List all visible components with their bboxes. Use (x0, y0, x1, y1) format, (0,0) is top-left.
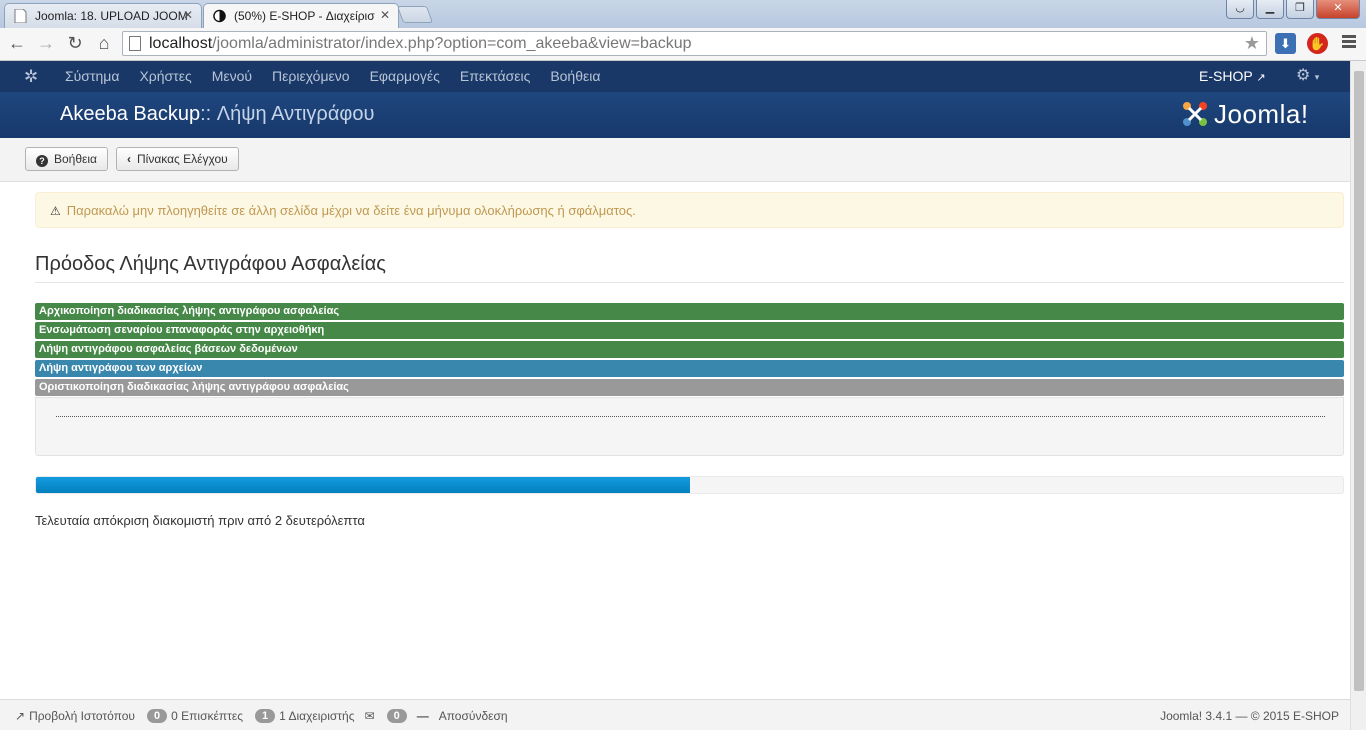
warning-text: Παρακαλώ μην πλοηγηθείτε σε άλλη σελίδα … (66, 203, 636, 218)
title-sub: Λήψη Αντιγράφου (216, 103, 375, 125)
minus-icon: — (416, 709, 429, 723)
logout-link[interactable]: Αποσύνδεση (439, 709, 508, 723)
minimize-icon[interactable]: ▁ (1256, 0, 1284, 19)
browser-tab-2[interactable]: (50%) E-SHOP - Διαχείρισ ✕ (203, 3, 399, 28)
page-icon (14, 9, 27, 23)
title-separator: :: (200, 103, 212, 125)
step-item: Λήψη αντιγράφου ασφαλείας βάσεων δεδομέν… (35, 341, 1344, 358)
backup-steps: Αρχικοποίηση διαδικασίας λήψης αντιγράφο… (35, 303, 1344, 398)
backup-log-panel (35, 397, 1344, 456)
home-icon[interactable]: ⌂ (93, 33, 115, 54)
page-header: Akeeba Backup:: Λήψη Αντιγράφου Joomla! (0, 92, 1350, 138)
admin-navbar: ✲ Σύστημα Χρήστες Μενού Περιεχόμενο Εφαρ… (0, 61, 1350, 92)
bookmark-star-icon[interactable]: ★ (1244, 33, 1260, 54)
last-response-text: Τελευταία απόκριση διακομιστή πριν από 2… (35, 513, 365, 528)
menu-system[interactable]: Σύστημα (65, 68, 119, 84)
page-scrollbar[interactable] (1350, 61, 1366, 730)
forward-icon[interactable]: → (35, 33, 57, 54)
version-text: Joomla! 3.4.1 — © 2015 E-SHOP (1160, 709, 1339, 723)
help-button[interactable]: ? Βοήθεια (25, 147, 108, 171)
divider (35, 282, 1344, 283)
warning-icon: ⚠ (50, 204, 61, 218)
external-link-icon: ↗ (15, 709, 26, 723)
joomla-mini-icon[interactable]: ✲ (24, 67, 38, 87)
step-item: Λήψη αντιγράφου των αρχείων (35, 360, 1344, 377)
tab-close-icon[interactable]: ✕ (380, 8, 390, 22)
help-button-label: Βοήθεια (54, 152, 97, 166)
adblock-extension-icon[interactable]: ✋ (1307, 33, 1328, 54)
title-main: Akeeba Backup (60, 103, 201, 125)
menu-content[interactable]: Περιεχόμενο (272, 68, 350, 84)
external-link-icon: ↗ (1256, 72, 1266, 84)
menu-components[interactable]: Εφαρμογές (370, 68, 440, 84)
step-item: Ενσωμάτωση σεναρίου επαναφοράς στην αρχε… (35, 322, 1344, 339)
messages-badge[interactable]: 0 (386, 709, 407, 723)
visitors-badge: 0 (147, 709, 168, 723)
step-item: Αρχικοποίηση διαδικασίας λήψης αντιγράφο… (35, 303, 1344, 320)
url-path: /joomla/administrator/index.php?option=c… (212, 35, 692, 52)
question-icon: ? (36, 155, 48, 167)
scrollbar-thumb[interactable] (1354, 71, 1364, 691)
browser-toolbar: ← → ↻ ⌂ localhost/joomla/administrator/i… (0, 28, 1366, 61)
page-title: Akeeba Backup:: Λήψη Αντιγράφου (60, 103, 374, 126)
admin-menu: Σύστημα Χρήστες Μενού Περιεχόμενο Εφαρμο… (65, 68, 600, 84)
tab-title: (50%) E-SHOP - Διαχείρισ (234, 9, 375, 23)
joomla-logo-text: Joomla! (1214, 98, 1309, 129)
envelope-icon[interactable]: ✉ (365, 709, 375, 723)
menu-menus[interactable]: Μενού (212, 68, 252, 84)
browser-tabstrip: Joomla: 18. UPLOAD JOOM ✕ (50%) E-SHOP -… (0, 0, 1366, 28)
half-circle-icon (213, 9, 226, 23)
log-dotted-line (56, 416, 1325, 417)
address-bar[interactable]: localhost/joomla/administrator/index.php… (122, 31, 1267, 56)
chevron-left-icon: ‹ (127, 152, 131, 166)
warning-alert: ⚠ Παρακαλώ μην πλοηγηθείτε σε άλλη σελίδα… (35, 192, 1344, 228)
menu-users[interactable]: Χρήστες (139, 68, 191, 84)
view-site-link[interactable]: Προβολή Ιστοτόπου (29, 709, 135, 723)
step-item: Οριστικοποίηση διαδικασίας λήψης αντιγρά… (35, 379, 1344, 396)
menu-help[interactable]: Βοήθεια (550, 68, 600, 84)
joomla-logo-icon (1183, 102, 1207, 126)
menu-extensions[interactable]: Επεκτάσεις (460, 68, 530, 84)
browser-tab-1[interactable]: Joomla: 18. UPLOAD JOOM ✕ (4, 3, 202, 28)
control-panel-button[interactable]: ‹ Πίνακας Ελέγχου (116, 147, 239, 171)
backup-progress-bar (35, 476, 1344, 494)
gear-icon[interactable]: ⚙ ▾ (1296, 65, 1319, 85)
component-toolbar: ? Βοήθεια ‹ Πίνακας Ελέγχου (0, 138, 1350, 182)
new-tab-button[interactable] (396, 6, 434, 23)
close-window-icon[interactable]: ✕ (1316, 0, 1360, 19)
joomla-logo: Joomla! (1180, 96, 1309, 132)
admins-badge: 1 (255, 709, 276, 723)
reload-icon[interactable]: ↻ (64, 33, 86, 54)
control-panel-button-label: Πίνακας Ελέγχου (137, 152, 228, 166)
maximize-icon[interactable]: ❐ (1286, 0, 1314, 19)
tab-title: Joomla: 18. UPLOAD JOOM (35, 9, 188, 23)
tab-close-icon[interactable]: ✕ (183, 8, 193, 22)
back-icon[interactable]: ← (6, 33, 28, 54)
status-footer: ↗ Προβολή Ιστοτόπου 0 0 Επισκέπτες 1 1 Δ… (0, 699, 1350, 730)
page-info-icon (129, 36, 141, 51)
url-host: localhost (149, 35, 213, 52)
visitors-label: 0 Επισκέπτες (171, 709, 243, 723)
window-controls: ◡ ▁ ❐ ✕ (1226, 0, 1360, 19)
progress-fill (36, 477, 690, 493)
admins-label: 1 Διαχειριστής (279, 709, 355, 723)
browser-menu-icon[interactable] (1342, 35, 1356, 50)
site-link[interactable]: E-SHOP ↗ (1199, 68, 1266, 84)
progress-heading: Πρόοδος Λήψης Αντιγράφου Ασφαλείας (35, 253, 386, 275)
user-icon[interactable]: ◡ (1226, 0, 1254, 19)
download-extension-icon[interactable]: ⬇ (1275, 33, 1296, 54)
site-name: E-SHOP (1199, 68, 1253, 84)
